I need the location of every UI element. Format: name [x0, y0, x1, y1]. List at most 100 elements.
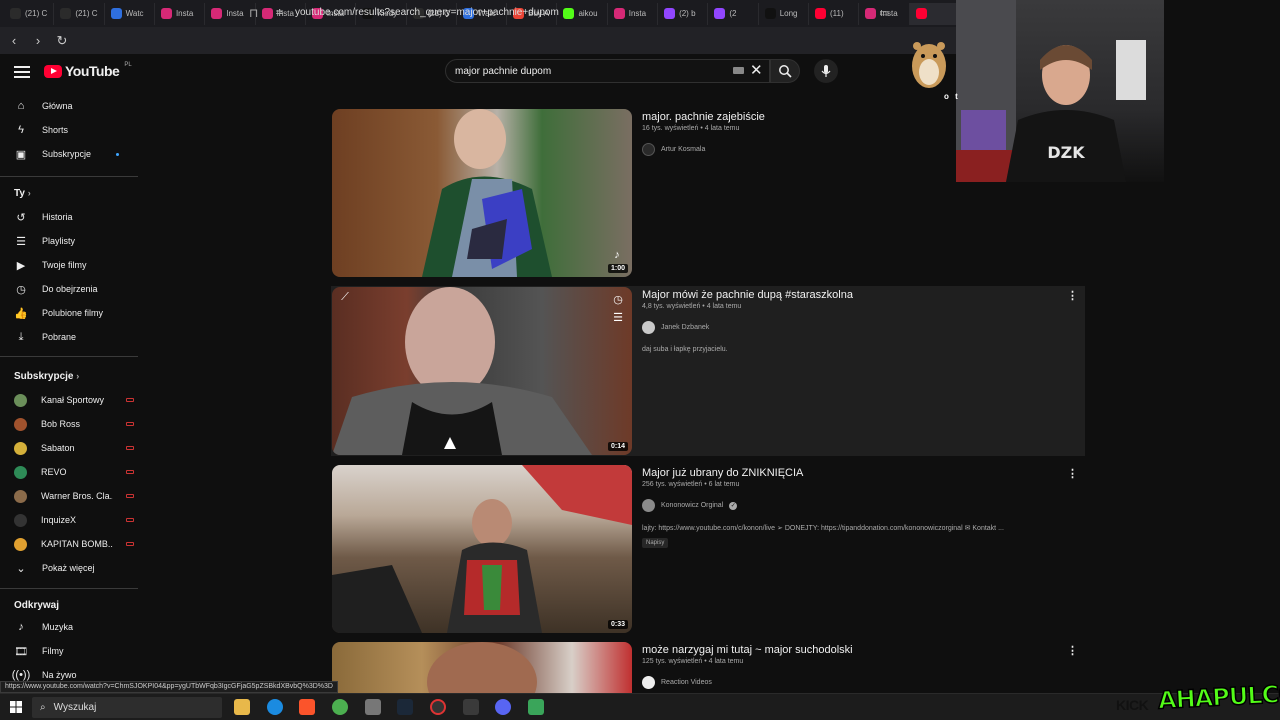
tab-label: (11) — [830, 9, 844, 18]
sidebar-item-playlists[interactable]: ☰ Playlisty — [14, 231, 134, 251]
sidebar-item-history[interactable]: ↺ Historia — [14, 207, 134, 227]
channel-link[interactable]: Artur Kosmala — [642, 143, 705, 156]
browser-tab[interactable] — [909, 2, 960, 25]
browser-tab[interactable]: (2) b — [658, 2, 709, 25]
voice-search-button[interactable] — [814, 59, 838, 83]
video-result[interactable]: ⟋ ◷ ☰ 0:14 Major mówi że pachnie dupą #s… — [331, 286, 1085, 456]
channel-link[interactable]: Reaction Videos — [642, 676, 712, 689]
video-title[interactable]: może narzygaj mi tutaj ~ major suchodols… — [642, 644, 853, 656]
avatar — [642, 499, 655, 512]
video-thumbnail[interactable]: ⟋ ◷ ☰ 0:14 — [332, 287, 632, 455]
sidebar-heading-subscriptions[interactable]: Subskrypcje › — [14, 371, 79, 382]
kick-icon — [563, 8, 575, 19]
video-result[interactable]: może narzygaj mi tutaj ~ major suchodols… — [331, 641, 1085, 694]
search-input[interactable] — [455, 65, 715, 77]
youtube-logo[interactable]: YouTube PL — [44, 62, 132, 79]
forward-icon[interactable]: › — [28, 33, 48, 48]
more-options-icon[interactable]: ⋮ — [1067, 289, 1078, 302]
video-result[interactable]: 0:33 Major już ubrany do ZNIKNIĘCIA 256 … — [331, 464, 1085, 634]
sidebar-item-downloads[interactable]: ⤓ Pobrane — [14, 327, 134, 347]
subscription-item[interactable]: Warner Bros. Cla... — [14, 486, 134, 506]
keyboard-icon[interactable] — [733, 67, 744, 74]
hamster-sticker — [912, 42, 946, 88]
subscription-item[interactable]: REVO — [14, 462, 134, 482]
browser-tab[interactable]: Long — [759, 2, 809, 25]
reload-icon[interactable]: ↻ — [52, 33, 72, 49]
bookmark-icon[interactable]: ⊓ — [249, 6, 258, 20]
sidebar-item-liked[interactable]: 👍 Polubione filmy — [14, 303, 134, 323]
edge-icon[interactable] — [267, 699, 283, 715]
live-indicator-icon — [126, 446, 134, 450]
subscription-item[interactable]: Kanał Sportowy — [14, 390, 134, 410]
browser-tab[interactable]: Insta — [155, 2, 206, 25]
video-thumbnail[interactable]: ♪ 1:00 — [332, 109, 632, 277]
play-app-icon[interactable] — [463, 699, 479, 715]
search-box[interactable] — [445, 59, 770, 83]
video-duration: 0:14 — [607, 442, 628, 451]
live-indicator-icon — [126, 518, 134, 522]
subscription-item[interactable]: Sabaton — [14, 438, 134, 458]
add-to-queue-icon[interactable]: ☰ — [609, 311, 627, 325]
subscription-label: Sabaton — [41, 443, 75, 453]
sidebar-item-your-videos[interactable]: ▶ Twoje filmy — [14, 255, 134, 275]
app-icon[interactable] — [365, 699, 381, 715]
sidebar-item-music[interactable]: ♪ Muzyka — [14, 617, 134, 637]
url-text[interactable]: youtube.com/results?search_query=major+p… — [295, 7, 559, 18]
avatar — [14, 537, 27, 551]
sidebar-heading-you[interactable]: Ty › — [14, 188, 31, 199]
avatar — [14, 489, 27, 503]
steam-icon[interactable] — [397, 699, 413, 715]
video-title[interactable]: Major mówi że pachnie dupą #staraszkolna — [642, 289, 853, 301]
video-meta: 256 tys. wyświetleń • 6 lat temu — [642, 481, 740, 488]
site-settings-icon[interactable]: ≑ — [275, 6, 284, 19]
file-explorer-icon[interactable] — [234, 699, 250, 715]
subscription-item[interactable]: InquizeX — [14, 510, 134, 530]
browser-tab[interactable]: Watc — [105, 2, 155, 25]
subscription-item[interactable]: KAPITAN BOMB... — [14, 534, 134, 554]
obs-icon[interactable] — [430, 699, 446, 715]
youtube-play-icon — [44, 64, 62, 78]
app-icon-green[interactable] — [528, 699, 544, 715]
browser-tab[interactable]: Insta — [608, 2, 659, 25]
video-title[interactable]: major. pachnie zajebiście — [642, 111, 765, 123]
more-options-icon[interactable]: ⋮ — [1067, 644, 1078, 657]
back-icon[interactable]: ‹ — [4, 33, 24, 48]
channel-link[interactable]: Janek Dzbanek — [642, 321, 709, 334]
watch-later-icon[interactable]: ◷ — [609, 293, 627, 307]
browser-tab[interactable]: (2 — [708, 2, 759, 25]
more-options-icon[interactable]: ⋮ — [1067, 467, 1078, 480]
x-icon — [10, 8, 21, 19]
sidebar-item-shorts[interactable]: ϟ Shorts — [14, 120, 134, 140]
video-thumbnail[interactable] — [332, 642, 632, 694]
discord-icon[interactable] — [495, 699, 511, 715]
taskbar-search[interactable]: ⌕ Wyszukaj — [32, 697, 222, 718]
browser-tab[interactable]: (21) C — [4, 2, 55, 25]
brave-icon[interactable] — [299, 699, 315, 715]
thumbnail-art — [332, 287, 592, 455]
video-thumbnail[interactable]: 0:33 — [332, 465, 632, 633]
browser-tab[interactable]: (21) C — [54, 2, 105, 25]
browser-tab[interactable]: (11) — [809, 2, 860, 25]
clear-search-icon[interactable]: ✕ — [750, 61, 763, 79]
windows-start-icon[interactable] — [10, 701, 22, 713]
channel-link[interactable]: Kononowicz Orginal ✓ — [642, 499, 738, 512]
video-meta: 125 tys. wyświetleń • 4 lata temu — [642, 658, 744, 665]
chevron-down-icon: ⌄ — [16, 562, 26, 575]
youtube-icon — [915, 8, 927, 19]
sidebar-item-home[interactable]: ⌂ Główna — [14, 96, 134, 116]
chrome-icon[interactable] — [332, 699, 348, 715]
subscription-label: Kanał Sportowy — [41, 395, 105, 405]
video-title[interactable]: Major już ubrany do ZNIKNIĘCIA — [642, 467, 803, 479]
menu-icon[interactable] — [14, 63, 30, 81]
sidebar-item-watch-later[interactable]: ◷ Do obejrzenia — [14, 279, 134, 299]
sidebar-item-movies[interactable]: 🎞 Filmy — [14, 641, 134, 661]
sidebar-show-more[interactable]: ⌄ Pokaż więcej — [14, 558, 134, 578]
sidebar-item-label: Playlisty — [42, 236, 76, 246]
avatar — [14, 417, 27, 431]
cast-icon[interactable]: ▭ — [879, 6, 889, 19]
browser-tab[interactable]: aikou — [557, 2, 608, 25]
subscription-item[interactable]: Bob Ross — [14, 414, 134, 434]
search-button[interactable] — [770, 59, 800, 83]
link-preview-status: https://www.youtube.com/watch?v=ChmSJOKP… — [0, 681, 338, 693]
tiktok-icon: ♪ — [614, 249, 620, 261]
